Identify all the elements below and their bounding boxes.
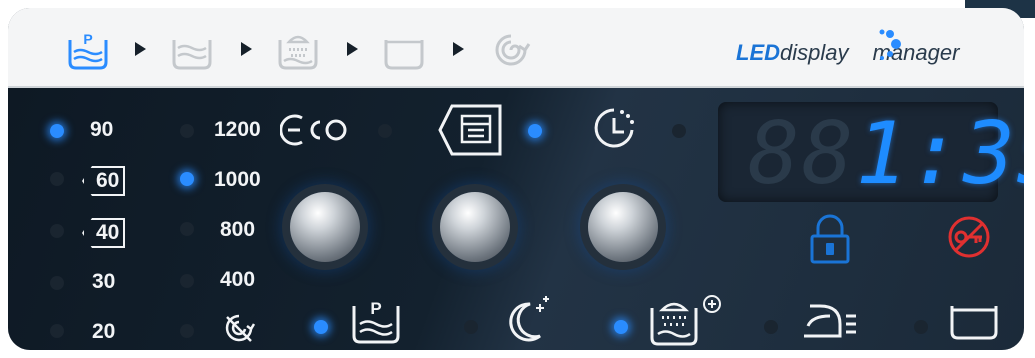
spin-1200-led bbox=[180, 124, 194, 138]
easy-iron-icon[interactable] bbox=[438, 102, 504, 158]
prewash-step-icon: P bbox=[68, 31, 108, 70]
logo-dots-icon bbox=[879, 29, 901, 60]
temp-20-label[interactable]: 20 bbox=[92, 320, 115, 344]
display-time: 881:35 bbox=[748, 104, 1024, 204]
night-led bbox=[464, 320, 478, 334]
arrow-icon bbox=[453, 42, 464, 56]
temp-90-label[interactable]: 90 bbox=[90, 118, 113, 142]
arrow-icon bbox=[135, 42, 146, 56]
prewash-led bbox=[314, 320, 328, 334]
brand-logo: LEDdisplay manager bbox=[736, 29, 959, 66]
temp-40-label[interactable]: 40 bbox=[82, 218, 126, 248]
prewash-icon[interactable]: P bbox=[350, 294, 402, 346]
spin-400-label[interactable]: 400 bbox=[220, 268, 255, 292]
arrow-icon bbox=[241, 42, 252, 56]
temp-20-led bbox=[50, 324, 64, 338]
temp-40-led bbox=[50, 224, 64, 238]
washer-control-panel: P LEDdisplay manager 90 60 40 30 20 1200… bbox=[8, 8, 1024, 350]
wash-step-icon bbox=[172, 40, 212, 70]
temp-30-label[interactable]: 30 bbox=[92, 270, 115, 294]
temp-60-label[interactable]: 60 bbox=[82, 166, 126, 196]
extra-rinse-led bbox=[614, 320, 628, 334]
extra-rinse-icon[interactable] bbox=[648, 292, 724, 348]
rinse-step-icon bbox=[278, 35, 318, 70]
no-spin-icon[interactable] bbox=[222, 312, 256, 346]
temp-90-led bbox=[50, 124, 64, 138]
svg-text:P: P bbox=[370, 299, 381, 318]
eco-icon[interactable] bbox=[280, 108, 350, 152]
timer-led bbox=[672, 124, 686, 138]
spin-1200-label[interactable]: 1200 bbox=[214, 118, 261, 142]
rinse-hold-icon[interactable] bbox=[948, 298, 1000, 342]
drain-step-icon bbox=[384, 40, 424, 70]
easy-iron-option-led bbox=[764, 320, 778, 334]
eco-led bbox=[378, 124, 392, 138]
control-area: 90 60 40 30 20 1200 1000 800 400 881:3 P bbox=[8, 88, 1024, 350]
cycle-progress-strip: P LEDdisplay manager bbox=[8, 8, 1024, 88]
spin-step-icon bbox=[495, 34, 531, 66]
temperature-knob[interactable] bbox=[290, 192, 360, 262]
no-key-icon[interactable] bbox=[946, 214, 992, 260]
program-knob[interactable] bbox=[440, 192, 510, 262]
spin-800-label[interactable]: 800 bbox=[220, 218, 255, 242]
spin-knob[interactable] bbox=[588, 192, 658, 262]
arrow-icon bbox=[347, 42, 358, 56]
spin-400-led bbox=[180, 274, 194, 288]
spin-1000-label[interactable]: 1000 bbox=[214, 168, 261, 192]
spin-800-led bbox=[180, 222, 194, 236]
easy-iron-led bbox=[528, 124, 542, 138]
rinse-hold-led bbox=[914, 320, 928, 334]
spin-1000-led bbox=[180, 172, 194, 186]
child-lock-icon[interactable] bbox=[808, 214, 852, 264]
svg-text:P: P bbox=[83, 31, 92, 47]
temp-30-led bbox=[50, 276, 64, 290]
no-spin-led bbox=[180, 324, 194, 338]
iron-icon[interactable] bbox=[800, 298, 860, 344]
night-mode-icon[interactable] bbox=[500, 294, 552, 346]
timer-icon[interactable] bbox=[592, 104, 636, 154]
temp-60-led bbox=[50, 172, 64, 186]
